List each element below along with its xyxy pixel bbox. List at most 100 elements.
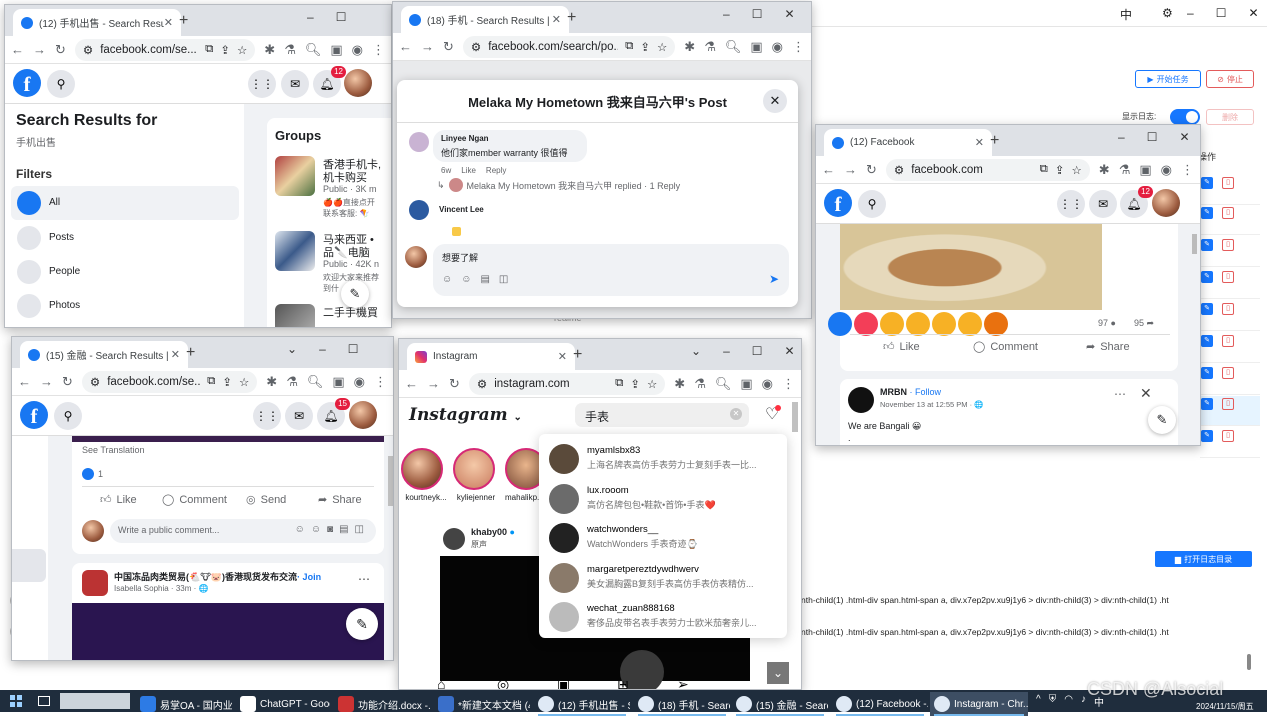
forward-icon[interactable]: → [844,162,857,177]
edit-icon[interactable]: ✎ [1201,335,1213,347]
reload-icon[interactable]: ↻ [443,39,454,55]
haha-reaction-icon[interactable] [906,312,930,336]
delete-icon[interactable]: ▯ [1222,177,1234,189]
address-bar[interactable]: ⚙ facebook.com/search/po... ⧉ ⇪ ☆ [462,35,676,58]
group-avatar[interactable] [82,570,108,596]
close-window-icon[interactable]: ✕ [785,344,795,358]
new-tab-icon[interactable]: + [186,344,195,362]
lab-icon[interactable]: ⚗ [704,39,716,55]
search-result-item[interactable]: wechat_zuan888168 奢侈品皮带名表手表劳力士欧米茄奢亲儿... [539,598,787,636]
menu-icon[interactable]: ⋮ [1181,162,1194,178]
search-box[interactable] [60,693,130,709]
follow-link[interactable]: · Follow [910,387,942,397]
menu-grid-icon[interactable]: ⋮⋮ [1057,190,1085,218]
reels-icon[interactable]: ▣ [557,681,570,689]
gif-icon[interactable]: ▤ [480,274,489,285]
page-scrollbar[interactable] [1192,234,1197,254]
lab-icon[interactable]: ⚗ [694,376,706,392]
comment-input-text[interactable]: 想要了解 [442,251,478,264]
comment-button[interactable]: ◯ Comment [973,340,1038,354]
back-icon[interactable]: ← [18,374,31,389]
sidepanel-icon[interactable]: ▣ [1139,162,1151,178]
taskbar-item[interactable]: (12) 手机出售 - S... [534,692,630,716]
edit-icon[interactable]: ✎ [1201,177,1213,189]
delete-icon[interactable]: ▯ [1222,398,1234,410]
back-icon[interactable]: ← [405,376,418,391]
maximize-icon[interactable]: ☐ [348,342,359,356]
like-reaction-icon[interactable] [828,312,852,336]
taskbar-item[interactable]: 功能介绍.docx -... [334,692,430,716]
notifications-bell-icon[interactable]: 🔔︎ 12 [313,66,346,98]
back-icon[interactable]: ← [822,162,835,177]
install-icon[interactable]: ⧉ [207,375,215,388]
profile-icon[interactable]: ◉ [1161,162,1172,178]
bookmark-star-icon[interactable]: ☆ [239,375,249,389]
lab-icon[interactable]: ⚗ [286,374,298,390]
address-bar[interactable]: ⚙ instagram.com ⧉ ⇪ ☆ [468,372,666,395]
sidepanel-icon[interactable]: ▣ [750,39,762,55]
taskbar-item[interactable]: 易掌OA - 国内业... [136,692,232,716]
taskbar-item[interactable]: Instagram - Chr... [930,692,1028,716]
edit-icon[interactable]: ✎ [1201,207,1213,219]
search-input[interactable]: 手表 ✕ [575,403,749,427]
post-author-name[interactable]: khaby00 ● [471,527,515,537]
close-window-icon[interactable]: ✕ [1179,130,1189,144]
menu-grid-icon[interactable]: ⋮⋮ [253,402,281,430]
reload-icon[interactable]: ↻ [62,374,73,390]
reload-icon[interactable]: ↻ [866,162,877,178]
comment-reply-link[interactable]: Reply [486,166,506,175]
maximize-icon[interactable]: ☐ [1216,6,1227,20]
edit-icon[interactable]: ✎ [1201,430,1213,442]
wifi-icon[interactable]: ◠ [1064,694,1073,709]
menu-icon[interactable]: ⋮ [374,374,387,390]
like-button[interactable]: 👍︎ Like [100,493,137,507]
share-button[interactable]: ➦ Share [318,493,362,507]
see-translation-link[interactable]: See Translation [82,445,145,455]
comment-button[interactable]: ◯ Comment [162,493,227,507]
tray-chevron-icon[interactable]: ^ [1036,694,1041,709]
ime-zh-button[interactable]: 中 [1120,6,1132,22]
sidebar-item[interactable] [12,549,46,582]
messenger-icon[interactable]: ✉ [285,402,313,430]
profile-icon[interactable]: ◉ [352,42,363,58]
home-icon[interactable]: ⌂ [437,681,445,689]
notifications-bell-icon[interactable]: 🔔︎ 12 [1120,186,1153,218]
messenger-icon[interactable]: ✉ [1089,190,1117,218]
close-tab-icon[interactable]: ✕ [552,13,561,26]
my-avatar[interactable] [82,520,104,542]
install-icon[interactable]: ⧉ [1040,163,1048,176]
filter-item-people[interactable]: People [11,256,239,288]
page-scrollbar[interactable] [388,456,393,506]
clear-search-icon[interactable]: ✕ [730,408,742,420]
compose-edit-icon[interactable]: ✎ [1148,406,1176,434]
menu-icon[interactable]: ⋮ [372,42,385,58]
back-icon[interactable]: ← [11,42,24,57]
new-tab-icon[interactable]: + [573,346,582,364]
minimize-icon[interactable]: – [1118,130,1125,144]
menu-icon[interactable]: ⋮ [782,376,795,392]
share-icon[interactable]: ⇪ [220,43,230,57]
open-log-dir-button[interactable]: ▆ 打开日志目录 [1155,551,1252,567]
taskbar-item[interactable]: *新建文本文档 (4)... [434,692,530,716]
taskbar-item[interactable]: (15) 金融 - Searc... [732,692,828,716]
menu-grid-icon[interactable]: ⋮⋮ [248,70,276,98]
bookmark-star-icon[interactable]: ☆ [1071,163,1081,177]
sticker-icon[interactable]: ◫ [499,274,508,285]
care-reaction-icon[interactable] [880,312,904,336]
edit-icon[interactable]: ✎ [1201,303,1213,315]
filter-item-photos[interactable]: Photos [11,290,239,322]
delete-icon[interactable]: ▯ [1222,335,1234,347]
browser-tab[interactable]: (18) 手机 - Search Results | Fa ✕ [401,6,569,33]
chevron-down-icon[interactable]: ⌄ [691,344,701,358]
edit-icon[interactable]: ✎ [1201,239,1213,251]
filter-item-all[interactable]: All [11,186,239,220]
zoom-icon[interactable]: 🔍︎ [715,376,732,392]
wow-reaction-icon[interactable] [932,312,956,336]
profile-icon[interactable]: ◉ [762,376,773,392]
page-scrollbar[interactable] [792,402,798,432]
share-icon[interactable]: ⇪ [630,377,640,391]
extensions-icon[interactable]: ✱ [264,42,275,58]
scroll-down-button[interactable]: ⌄ [767,662,789,684]
send-icon[interactable]: ➤ [769,272,779,286]
sidepanel-icon[interactable]: ▣ [740,376,752,392]
